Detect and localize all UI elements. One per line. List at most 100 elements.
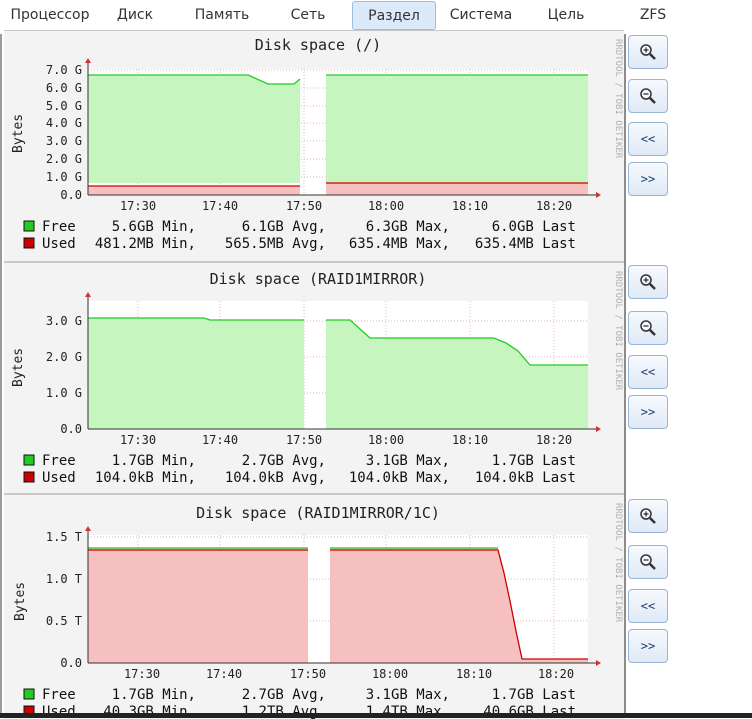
legend-free-min: 5.6GB Min, xyxy=(112,219,196,235)
x-tick-label: 17:40 xyxy=(202,199,238,213)
free-area xyxy=(88,318,304,429)
free-area xyxy=(88,75,300,183)
legend-free-name: Free xyxy=(42,687,76,703)
tab-bar: Процессор Диск Память Сеть Раздел Систем… xyxy=(0,0,752,34)
graph-raid1mirror: Disk space (RAID1MIRROR) RRDTOOL / TOBI … xyxy=(11,270,623,486)
legend-swatch-free xyxy=(23,220,35,232)
y-axis-label: Bytes xyxy=(11,114,26,153)
x-tick-label: 17:50 xyxy=(286,199,322,213)
y-axis-arrow xyxy=(85,58,91,63)
legend-used-max: 104.0kB Max, xyxy=(349,470,450,486)
y-tick-label: 3.0 G xyxy=(46,134,82,148)
forward-button[interactable]: >> xyxy=(628,629,668,663)
x-tick-label: 17:50 xyxy=(290,667,326,681)
x-tick-label: 18:10 xyxy=(452,433,488,447)
y-tick-label: 0.5 T xyxy=(46,614,82,628)
tab-network[interactable]: Сеть xyxy=(282,1,334,29)
x-tick-label: 17:40 xyxy=(206,667,242,681)
x-tick-label: 17:40 xyxy=(202,433,238,447)
used-area xyxy=(88,186,300,195)
legend-free-max: 6.3GB Max, xyxy=(366,219,450,235)
x-axis-arrow xyxy=(596,426,601,432)
x-tick-label: 18:10 xyxy=(452,199,488,213)
legend-free-max: 3.1GB Max, xyxy=(366,453,450,469)
legend-swatch-free xyxy=(23,688,35,700)
tab-disk[interactable]: Диск xyxy=(104,1,166,29)
legend-swatch-used xyxy=(23,471,35,483)
free-area xyxy=(326,75,588,183)
x-tick-label: 18:00 xyxy=(372,667,408,681)
used-area xyxy=(88,548,308,663)
legend-used-min: 104.0kB Min, xyxy=(95,470,196,486)
legend-free-name: Free xyxy=(42,219,76,235)
y-tick-label: 1.0 G xyxy=(46,386,82,400)
tab-partition[interactable]: Раздел xyxy=(352,1,436,30)
x-tick-label: 18:20 xyxy=(536,433,572,447)
legend-free-min: 1.7GB Min, xyxy=(112,687,196,703)
graph-raid1mirror-1c: Disk space (RAID1MIRROR/1C) RRDTOOL / TO… xyxy=(13,503,623,719)
x-axis-arrow xyxy=(596,660,601,666)
legend-free-min: 1.7GB Min, xyxy=(112,453,196,469)
forward-button[interactable]: >> xyxy=(628,395,668,429)
zoom-out-icon xyxy=(640,320,656,336)
legend-free-avg: 6.1GB Avg, xyxy=(242,219,326,235)
tab-target[interactable]: Цель xyxy=(540,1,592,29)
zoom-in-icon xyxy=(640,274,656,290)
x-tick-label: 18:20 xyxy=(536,199,572,213)
legend-free-max: 3.1GB Max, xyxy=(366,687,450,703)
y-tick-label: 1.5 T xyxy=(46,530,82,544)
zoom-in-button[interactable] xyxy=(628,35,668,69)
graph-title: Disk space (RAID1MIRROR/1C) xyxy=(196,504,440,522)
tab-memory[interactable]: Память xyxy=(186,1,258,29)
zoom-in-icon xyxy=(640,508,656,524)
x-tick-label: 18:00 xyxy=(368,433,404,447)
x-tick-label: 18:00 xyxy=(368,199,404,213)
zoom-out-icon xyxy=(640,554,656,570)
back-button[interactable]: << xyxy=(628,122,668,156)
y-tick-label: 1.0 G xyxy=(46,170,82,184)
graph-title: Disk space (/) xyxy=(255,36,381,54)
x-tick-label: 18:20 xyxy=(538,667,574,681)
graph-title: Disk space (RAID1MIRROR) xyxy=(210,270,427,288)
x-axis-arrow xyxy=(596,192,601,198)
x-tick-label: 17:50 xyxy=(286,433,322,447)
graph-panel-raid1mirror: Disk space (RAID1MIRROR) RRDTOOL / TOBI … xyxy=(4,262,624,494)
y-tick-label: 5.0 G xyxy=(46,99,82,113)
legend-used-min: 481.2MB Min, xyxy=(95,236,196,252)
y-tick-label: 0.0 xyxy=(60,656,82,670)
y-axis-label: Bytes xyxy=(11,348,26,387)
tab-system[interactable]: Система xyxy=(444,1,518,29)
y-tick-label: 6.0 G xyxy=(46,81,82,95)
legend-free-avg: 2.7GB Avg, xyxy=(242,687,326,703)
zoom-out-button[interactable] xyxy=(628,545,668,579)
y-tick-label: 3.0 G xyxy=(46,314,82,328)
legend-used-name: Used xyxy=(42,236,76,252)
zoom-in-icon xyxy=(640,44,656,60)
graph-panel-raid1mirror-1c: Disk space (RAID1MIRROR/1C) RRDTOOL / TO… xyxy=(4,494,624,719)
x-tick-label: 17:30 xyxy=(120,199,156,213)
y-tick-label: 0.0 xyxy=(60,188,82,202)
used-area xyxy=(326,183,588,195)
back-button[interactable]: << xyxy=(628,589,668,623)
tab-zfs[interactable]: ZFS xyxy=(630,1,676,29)
zoom-in-button[interactable] xyxy=(628,499,668,533)
legend-free-last: 1.7GB Last xyxy=(492,687,576,703)
zoom-out-button[interactable] xyxy=(628,311,668,345)
rrdtool-credit: RRDTOOL / TOBI OETIKER xyxy=(613,271,623,391)
legend-used-avg: 104.0kB Avg, xyxy=(225,470,326,486)
legend-free-name: Free xyxy=(42,453,76,469)
zoom-out-button[interactable] xyxy=(628,79,668,113)
y-tick-label: 4.0 G xyxy=(46,116,82,130)
rrdtool-credit: RRDTOOL / TOBI OETIKER xyxy=(613,503,623,623)
rrdtool-credit: RRDTOOL / TOBI OETIKER xyxy=(613,39,623,159)
x-tick-label: 18:10 xyxy=(456,667,492,681)
frame-left-edge xyxy=(0,34,2,718)
y-axis-arrow xyxy=(85,526,91,531)
back-button[interactable]: << xyxy=(628,355,668,389)
tab-cpu[interactable]: Процессор xyxy=(4,1,96,29)
x-tick-label: 17:30 xyxy=(124,667,160,681)
legend-used-last: 104.0kB Last xyxy=(475,470,576,486)
zoom-in-button[interactable] xyxy=(628,265,668,299)
y-tick-label: 0.0 xyxy=(60,422,82,436)
forward-button[interactable]: >> xyxy=(628,162,668,196)
